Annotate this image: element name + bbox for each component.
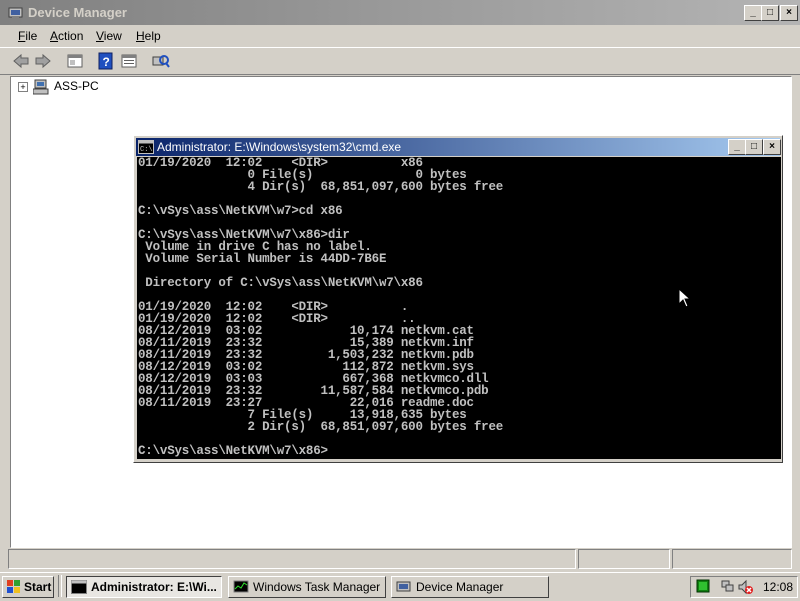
taskbar-separator <box>58 575 62 597</box>
cmd-maximize-button[interactable]: □ <box>745 139 763 155</box>
task-device-manager[interactable]: Device Manager <box>391 576 549 598</box>
status-cell-main <box>8 549 576 569</box>
forward-icon[interactable] <box>34 52 52 70</box>
task-cmd-label: Administrator: E:\Wi... <box>91 580 217 594</box>
tree-expander[interactable]: + <box>18 82 28 92</box>
cmd-titlebar[interactable]: C:\ Administrator: E:\Windows\system32\c… <box>136 138 781 156</box>
windows-logo-icon <box>7 580 20 593</box>
back-icon[interactable] <box>12 52 30 70</box>
taskbar: Start Administrator: E:\Wi... Windows Ta… <box>0 572 800 601</box>
task-device-manager-label: Device Manager <box>416 580 504 594</box>
status-cell-2 <box>578 549 670 569</box>
mouse-cursor-icon <box>678 288 692 308</box>
cmd-close-button[interactable]: × <box>763 139 781 155</box>
menu-bar: File Action View Help <box>0 25 800 47</box>
status-cell-3 <box>672 549 792 569</box>
clock[interactable]: 12:08 <box>763 580 793 594</box>
cmd-task-icon <box>71 580 87 594</box>
maximize-button[interactable]: □ <box>761 5 779 21</box>
scan-hardware-icon[interactable] <box>152 52 170 70</box>
close-button[interactable]: × <box>780 5 798 21</box>
cmd-app-icon: C:\ <box>138 140 154 154</box>
status-bar <box>8 549 792 569</box>
toolbar: ? <box>0 47 800 75</box>
device-manager-title: Device Manager <box>28 5 127 20</box>
network-icon[interactable] <box>721 579 735 593</box>
task-task-manager[interactable]: Windows Task Manager <box>228 576 386 598</box>
start-button[interactable]: Start <box>2 576 54 598</box>
device-manager-task-icon <box>396 581 411 592</box>
task-task-manager-label: Windows Task Manager <box>253 580 381 594</box>
menu-file[interactable]: File <box>18 29 37 43</box>
device-manager-titlebar[interactable]: Device Manager _ □ × <box>0 0 800 25</box>
svg-text:C:\: C:\ <box>140 146 153 154</box>
console-area[interactable]: 01/19/2020 12:02 <DIR> x86 0 File(s) 0 b… <box>137 157 781 459</box>
task-cmd[interactable]: Administrator: E:\Wi... <box>66 576 222 598</box>
cmd-title: Administrator: E:\Windows\system32\cmd.e… <box>157 140 402 154</box>
tree-root-label[interactable]: ASS-PC <box>54 79 99 93</box>
computer-icon <box>33 79 49 95</box>
help-icon[interactable]: ? <box>97 52 115 70</box>
view-icon[interactable] <box>120 52 138 70</box>
volume-muted-icon[interactable] <box>737 579 753 595</box>
cmd-minimize-button[interactable]: _ <box>728 139 746 155</box>
minimize-button[interactable]: _ <box>744 5 762 21</box>
svg-text:?: ? <box>103 55 110 69</box>
properties-icon[interactable] <box>66 52 84 70</box>
menu-action[interactable]: Action <box>50 29 83 43</box>
tray-green-icon[interactable] <box>696 579 710 593</box>
menu-help[interactable]: Help <box>136 29 161 43</box>
menu-view[interactable]: View <box>96 29 122 43</box>
task-manager-icon <box>233 580 249 593</box>
device-manager-app-icon <box>8 7 23 19</box>
start-label: Start <box>24 580 52 594</box>
system-tray: 12:08 <box>690 576 798 598</box>
